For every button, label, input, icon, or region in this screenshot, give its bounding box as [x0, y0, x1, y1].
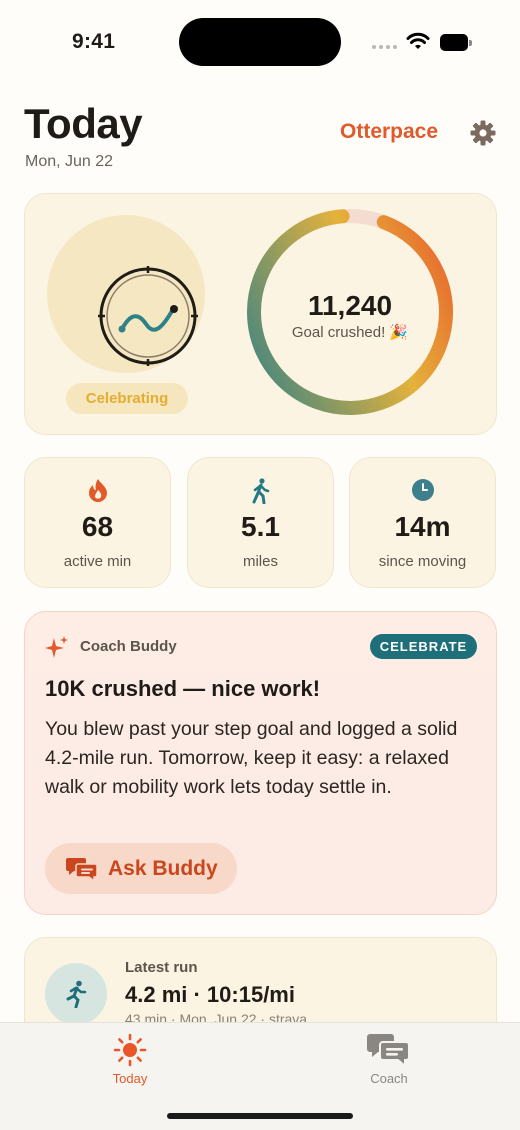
- daily-summary-card: Celebrating 11,240 Goal crushed! 🎉: [24, 193, 497, 435]
- tab-today[interactable]: Today: [80, 1031, 180, 1086]
- stat-card-since-moving: 14m since moving: [349, 457, 496, 588]
- tab-coach[interactable]: Coach: [339, 1031, 439, 1086]
- flame-icon: [88, 479, 107, 502]
- tab-label: Coach: [370, 1071, 408, 1086]
- stat-card-active-min: 68 active min: [24, 457, 171, 588]
- status-bar: 9:41: [0, 0, 520, 86]
- mood-label: Celebrating: [66, 383, 188, 414]
- clock-icon: [411, 479, 434, 501]
- walking-icon: [252, 478, 269, 504]
- home-indicator[interactable]: [167, 1113, 353, 1119]
- run-avatar: [45, 963, 107, 1025]
- stat-label: since moving: [378, 553, 467, 570]
- coach-message: You blew past your step goal and logged …: [45, 718, 458, 798]
- sun-icon: [113, 1033, 147, 1067]
- run-title: 4.2 mi · 10:15/mi: [125, 982, 295, 1007]
- wifi-icon: [406, 32, 430, 49]
- signal-icon: [372, 45, 397, 49]
- battery-icon: [440, 34, 472, 51]
- mood-avatar: [47, 215, 205, 373]
- steps-count: 11,240: [307, 290, 393, 321]
- gear-icon[interactable]: [469, 119, 497, 147]
- stat-value: 5.1: [241, 511, 280, 542]
- stat-label: miles: [242, 553, 278, 570]
- status-time: 9:41: [72, 30, 116, 53]
- stat-value: 14m: [394, 511, 451, 542]
- coach-card: Coach Buddy CELEBRATE 10K crushed — nice…: [24, 611, 497, 915]
- tab-bar: Today Coach: [0, 1022, 520, 1130]
- ask-buddy-button[interactable]: Ask Buddy: [45, 843, 237, 894]
- brand-name: Otterpace: [340, 120, 439, 143]
- dynamic-island: [179, 18, 341, 66]
- mood-face-icon: [98, 266, 198, 366]
- chat-bubbles-icon: [367, 1034, 410, 1068]
- stat-card-miles: 5.1 miles: [187, 457, 334, 588]
- sparkle-icon: [45, 636, 68, 658]
- steps-caption: Goal crushed! 🎉: [291, 324, 409, 341]
- page-title: Today: [24, 100, 143, 147]
- stat-value: 68: [81, 511, 114, 542]
- page-date: Mon, Jun 22: [25, 153, 114, 170]
- stat-label: active min: [63, 553, 132, 570]
- tab-label: Today: [112, 1071, 148, 1086]
- run-kicker: Latest run: [125, 959, 198, 976]
- chat-bubbles-icon: [66, 857, 98, 882]
- ask-buddy-label: Ask Buddy: [108, 856, 218, 880]
- status-icons: [372, 32, 482, 52]
- coach-title: 10K crushed — nice work!: [45, 676, 321, 701]
- coach-name: Coach Buddy: [80, 638, 177, 655]
- status-badge: CELEBRATE: [370, 634, 477, 659]
- running-icon: [66, 980, 87, 1008]
